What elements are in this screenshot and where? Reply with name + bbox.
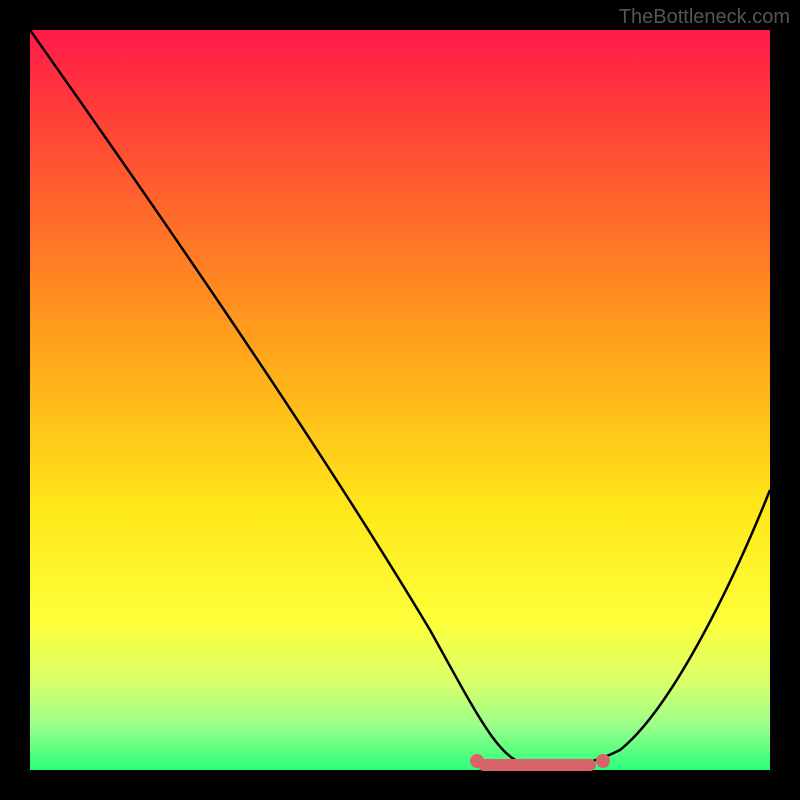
optimal-range-marker	[478, 759, 596, 771]
chart-container: TheBottleneck.com	[0, 0, 800, 800]
curve-path	[30, 30, 770, 766]
bottleneck-curve	[30, 30, 770, 770]
watermark-text: TheBottleneck.com	[619, 6, 790, 29]
optimal-range-dot-right	[596, 754, 610, 768]
optimal-range-dot-left	[470, 754, 484, 768]
